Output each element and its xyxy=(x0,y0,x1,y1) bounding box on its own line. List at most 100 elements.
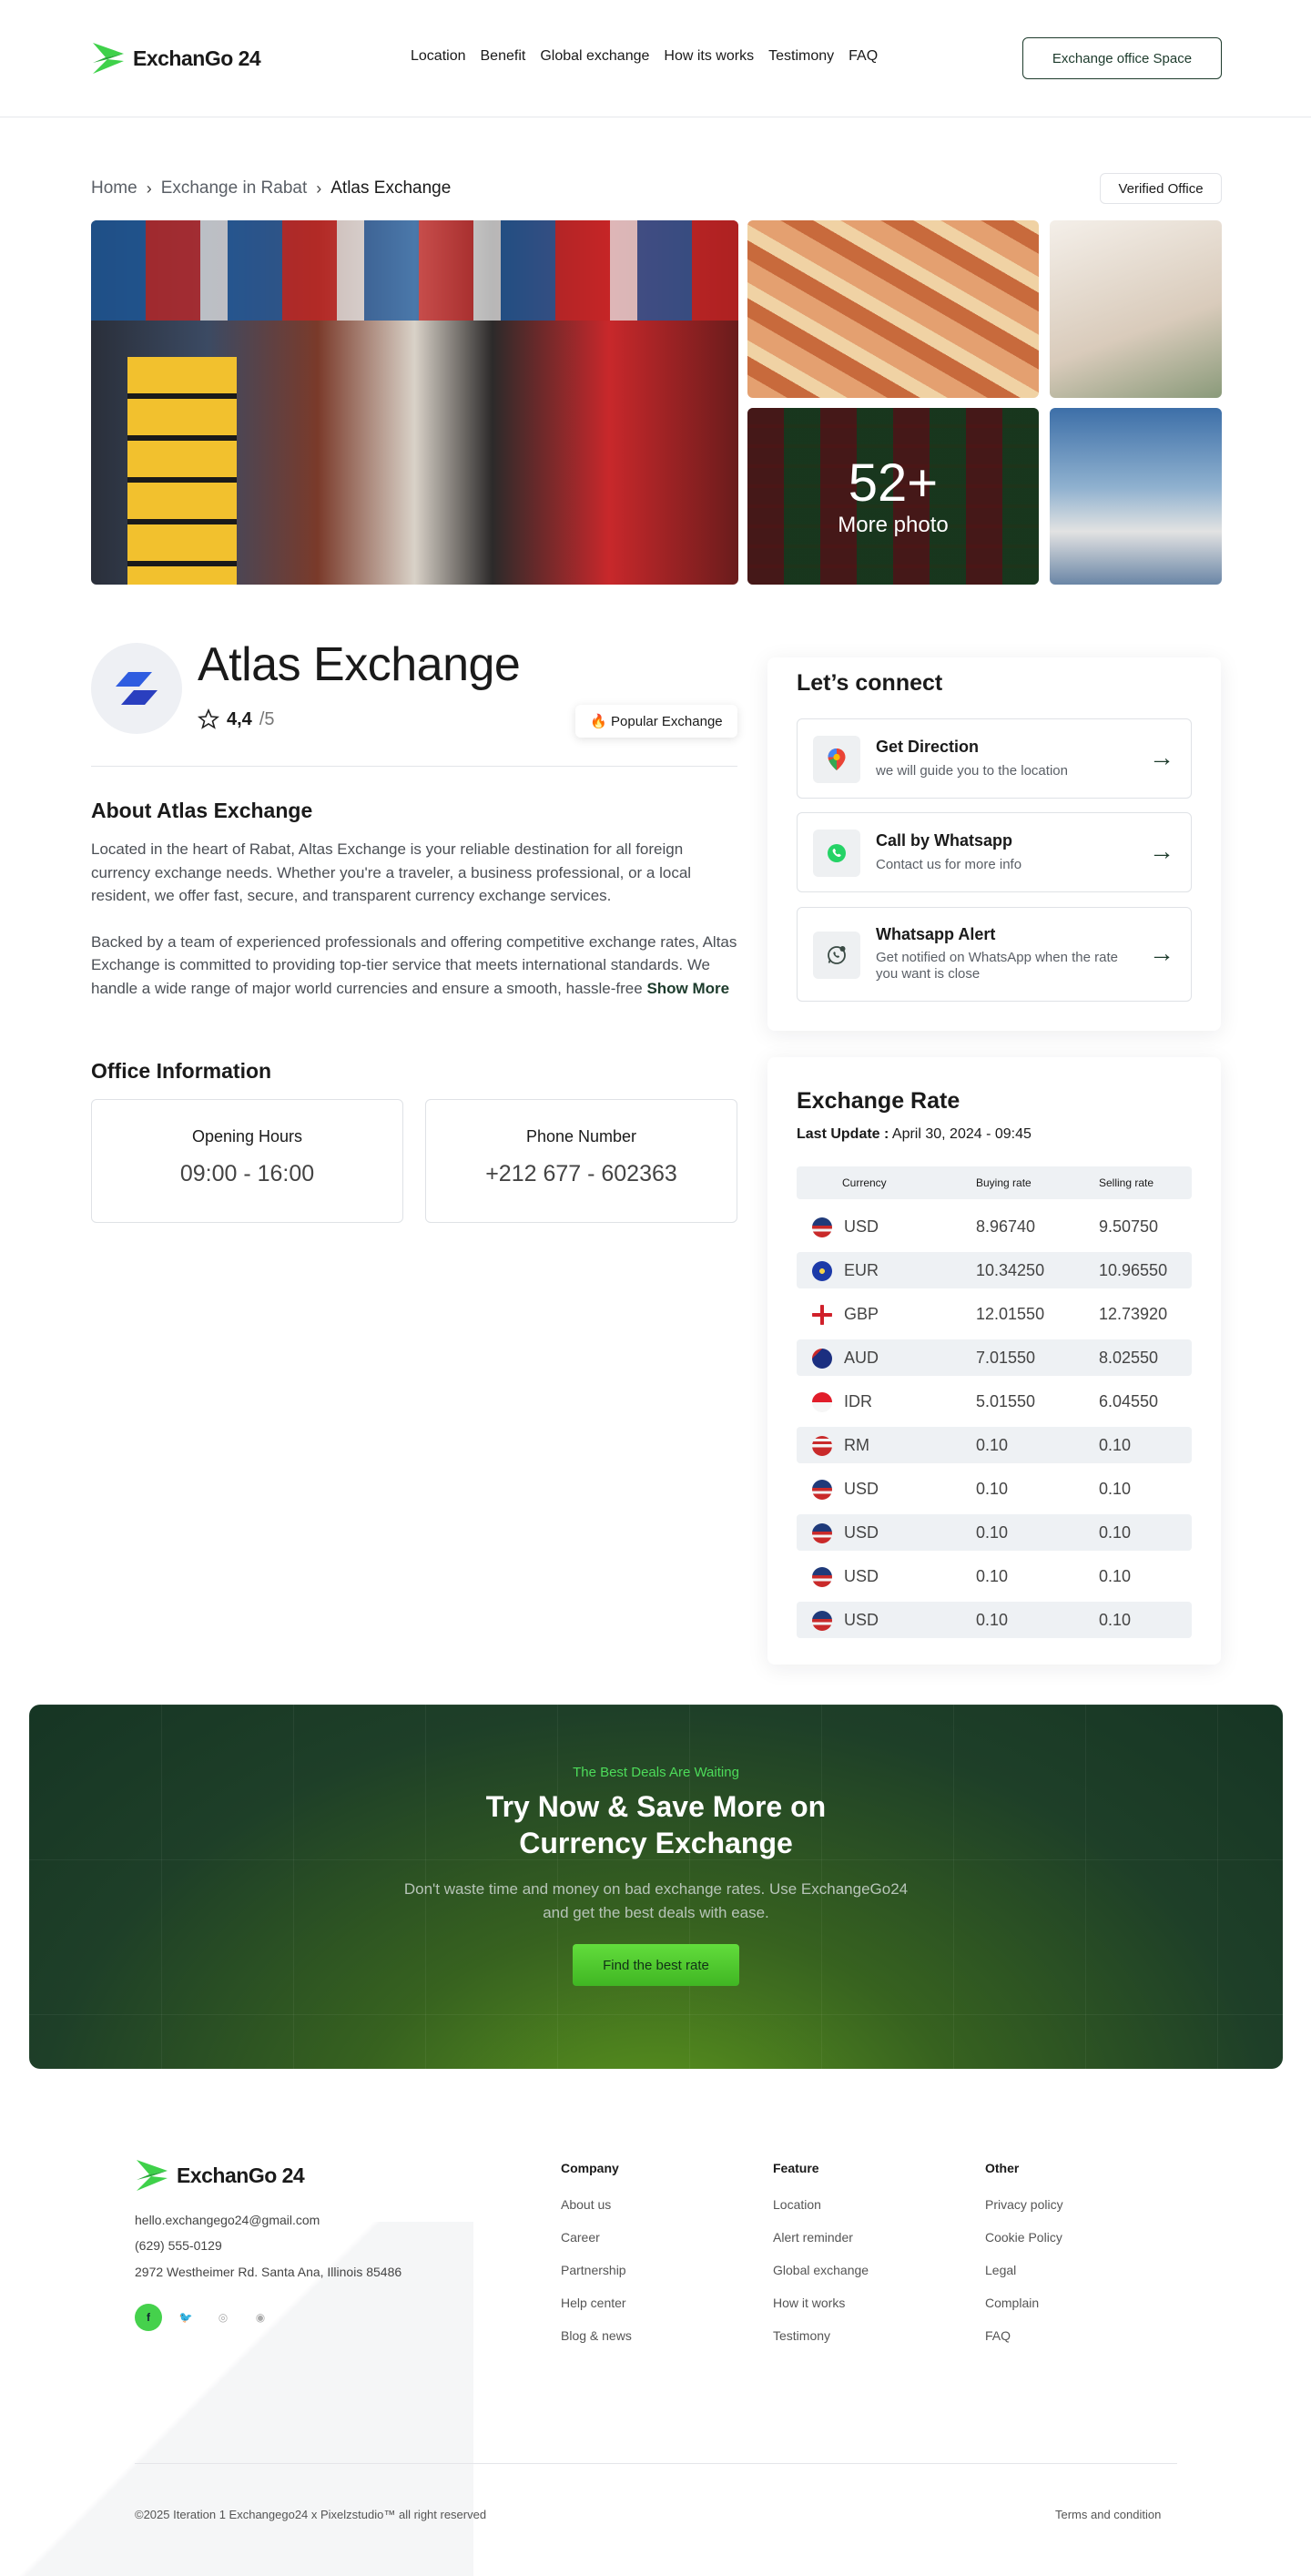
selling-rate: 10.96550 xyxy=(1099,1261,1168,1279)
nav-faq[interactable]: FAQ xyxy=(849,48,878,65)
buying-rate: 0.10 xyxy=(976,1567,1009,1585)
site-header: ExchanGo 24 Location Benefit Global exch… xyxy=(0,0,1311,117)
nav-testimony[interactable]: Testimony xyxy=(768,48,834,65)
selling-rate: 12.73920 xyxy=(1099,1305,1168,1323)
nav-benefit[interactable]: Benefit xyxy=(481,48,526,65)
last-update: Last Update : April 30, 2024 - 09:45 xyxy=(797,1126,1032,1143)
nav-location[interactable]: Location xyxy=(411,48,466,65)
nav-how-it-works[interactable]: How its works xyxy=(664,48,754,65)
call-whatsapp-desc: Contact us for more info xyxy=(876,857,1022,872)
footer-link[interactable]: Complain xyxy=(985,2296,1063,2312)
rate-row: EUR 10.34250 10.96550 xyxy=(797,1252,1192,1288)
whatsapp-alert-icon xyxy=(813,932,860,979)
footer-column-other: Other Privacy policy Cookie Policy Legal… xyxy=(985,2161,1063,2361)
camera-icon[interactable]: ◉ xyxy=(247,2304,274,2331)
gallery-photo-banknotes[interactable] xyxy=(747,220,1039,398)
footer-email[interactable]: hello.exchangego24@gmail.com xyxy=(135,2213,320,2227)
find-best-rate-button[interactable]: Find the best rate xyxy=(573,1944,739,1986)
about-paragraph-2-text: Backed by a team of experienced professi… xyxy=(91,932,737,997)
popular-badge-label: Popular Exchange xyxy=(611,713,723,729)
buying-rate: 8.96740 xyxy=(976,1217,1036,1236)
rate-row: AUD 7.01550 8.02550 xyxy=(797,1339,1192,1376)
footer-link[interactable]: Help center xyxy=(561,2296,632,2312)
selling-rate: 0.10 xyxy=(1099,1480,1132,1498)
usd-flag-icon xyxy=(812,1611,832,1631)
instagram-icon[interactable]: ◎ xyxy=(209,2304,237,2331)
phone-number-value[interactable]: +212 677 - 602363 xyxy=(426,1161,737,1187)
footer-phone[interactable]: (629) 555-0129 xyxy=(135,2238,222,2253)
footer-link[interactable]: Location xyxy=(773,2197,869,2214)
exchange-rate-title: Exchange Rate xyxy=(797,1088,960,1114)
star-icon xyxy=(198,708,219,729)
footer-link[interactable]: Alert reminder xyxy=(773,2230,869,2246)
logo-icon xyxy=(93,43,124,74)
footer-link[interactable]: FAQ xyxy=(985,2328,1063,2345)
twitter-icon[interactable]: 🐦 xyxy=(172,2304,199,2331)
selling-rate: 6.04550 xyxy=(1099,1392,1159,1410)
footer-link[interactable]: How it works xyxy=(773,2296,869,2312)
rate-row: GBP 12.01550 12.73920 xyxy=(797,1296,1192,1332)
gallery-main-photo[interactable] xyxy=(91,220,738,585)
logo-icon xyxy=(137,2160,168,2191)
brand-logo[interactable]: ExchanGo 24 xyxy=(91,41,261,76)
footer-link[interactable]: Testimony xyxy=(773,2328,869,2345)
usd-flag-icon xyxy=(812,1567,832,1587)
selling-rate: 0.10 xyxy=(1099,1436,1132,1454)
rate-row: USD 0.10 0.10 xyxy=(797,1602,1192,1638)
buying-rate: 0.10 xyxy=(976,1523,1009,1542)
office-avatar xyxy=(91,643,182,734)
terms-link[interactable]: Terms and condition xyxy=(1055,2508,1161,2521)
get-direction-desc: we will guide you to the location xyxy=(876,763,1068,779)
breadcrumb-city[interactable]: Exchange in Rabat xyxy=(161,178,308,199)
more-photos-overlay: 52+ More photo xyxy=(747,408,1039,585)
chevron-right-icon: › xyxy=(146,178,152,198)
show-more-link[interactable]: Show More xyxy=(646,980,729,997)
footer-link[interactable]: Cookie Policy xyxy=(985,2230,1063,2246)
facebook-icon[interactable]: f xyxy=(135,2304,162,2331)
gallery-photo-counter[interactable] xyxy=(1050,408,1222,585)
gallery-photo-hands-cash[interactable] xyxy=(1050,220,1222,398)
main-nav: Location Benefit Global exchange How its… xyxy=(411,48,878,65)
more-photos-label: More photo xyxy=(838,513,949,537)
phone-number-card[interactable]: Phone Number +212 677 - 602363 xyxy=(425,1099,737,1223)
currency-code: RM xyxy=(844,1436,869,1454)
call-whatsapp-item[interactable]: Call by Whatsapp Contact us for more inf… xyxy=(797,812,1192,892)
footer-link[interactable]: Privacy policy xyxy=(985,2197,1063,2214)
currency-code: USD xyxy=(844,1567,879,1585)
footer-link[interactable]: Legal xyxy=(985,2263,1063,2279)
breadcrumb-home[interactable]: Home xyxy=(91,178,137,199)
rate-row: IDR 5.01550 6.04550 xyxy=(797,1383,1192,1420)
nav-global-exchange[interactable]: Global exchange xyxy=(540,48,649,65)
page: ExchanGo 24 Location Benefit Global exch… xyxy=(0,0,1311,2576)
rate-row: USD 8.96740 9.50750 xyxy=(797,1208,1192,1245)
buying-rate: 7.01550 xyxy=(976,1349,1036,1367)
brand-name: ExchanGo 24 xyxy=(133,46,261,70)
exchange-office-space-button[interactable]: Exchange office Space xyxy=(1022,37,1222,79)
rm-flag-icon xyxy=(812,1436,832,1456)
footer-link[interactable]: About us xyxy=(561,2197,632,2214)
cta-tagline: The Best Deals Are Waiting xyxy=(573,1765,739,1780)
breadcrumb: Home › Exchange in Rabat › Atlas Exchang… xyxy=(91,178,451,199)
about-title: About Atlas Exchange xyxy=(91,799,313,822)
footer-link[interactable]: Partnership xyxy=(561,2263,632,2279)
more-photos-count: 52+ xyxy=(848,453,939,513)
footer-link[interactable]: Career xyxy=(561,2230,632,2246)
gbp-flag-icon xyxy=(812,1305,832,1325)
selling-rate: 8.02550 xyxy=(1099,1349,1159,1367)
get-direction-item[interactable]: Get Direction we will guide you to the l… xyxy=(797,718,1192,799)
footer-address: 2972 Westheimer Rd. Santa Ana, Illinois … xyxy=(135,2265,402,2279)
footer-link[interactable]: Global exchange xyxy=(773,2263,869,2279)
opening-hours-label: Opening Hours xyxy=(191,1127,303,1145)
footer-column-title: Other xyxy=(985,2161,1020,2175)
cta-headline-line-2: Currency Exchange xyxy=(519,1827,793,1859)
cta-subtext-line-1: Don't waste time and money on bad exchan… xyxy=(403,1880,909,1898)
whatsapp-icon xyxy=(813,830,860,877)
selling-rate: 0.10 xyxy=(1099,1611,1132,1629)
whatsapp-alert-item[interactable]: Whatsapp Alert Get notified on WhatsApp … xyxy=(797,907,1192,1002)
footer-logo[interactable]: ExchanGo 24 xyxy=(135,2158,305,2193)
footer-link[interactable]: Blog & news xyxy=(561,2328,632,2345)
footer-column-title: Company xyxy=(561,2161,619,2175)
cta-headline: Try Now & Save More on Currency Exchange xyxy=(29,1788,1283,1861)
gallery-more-photos[interactable]: 52+ More photo xyxy=(747,408,1039,585)
office-rating: 4,4/5 xyxy=(198,708,275,730)
